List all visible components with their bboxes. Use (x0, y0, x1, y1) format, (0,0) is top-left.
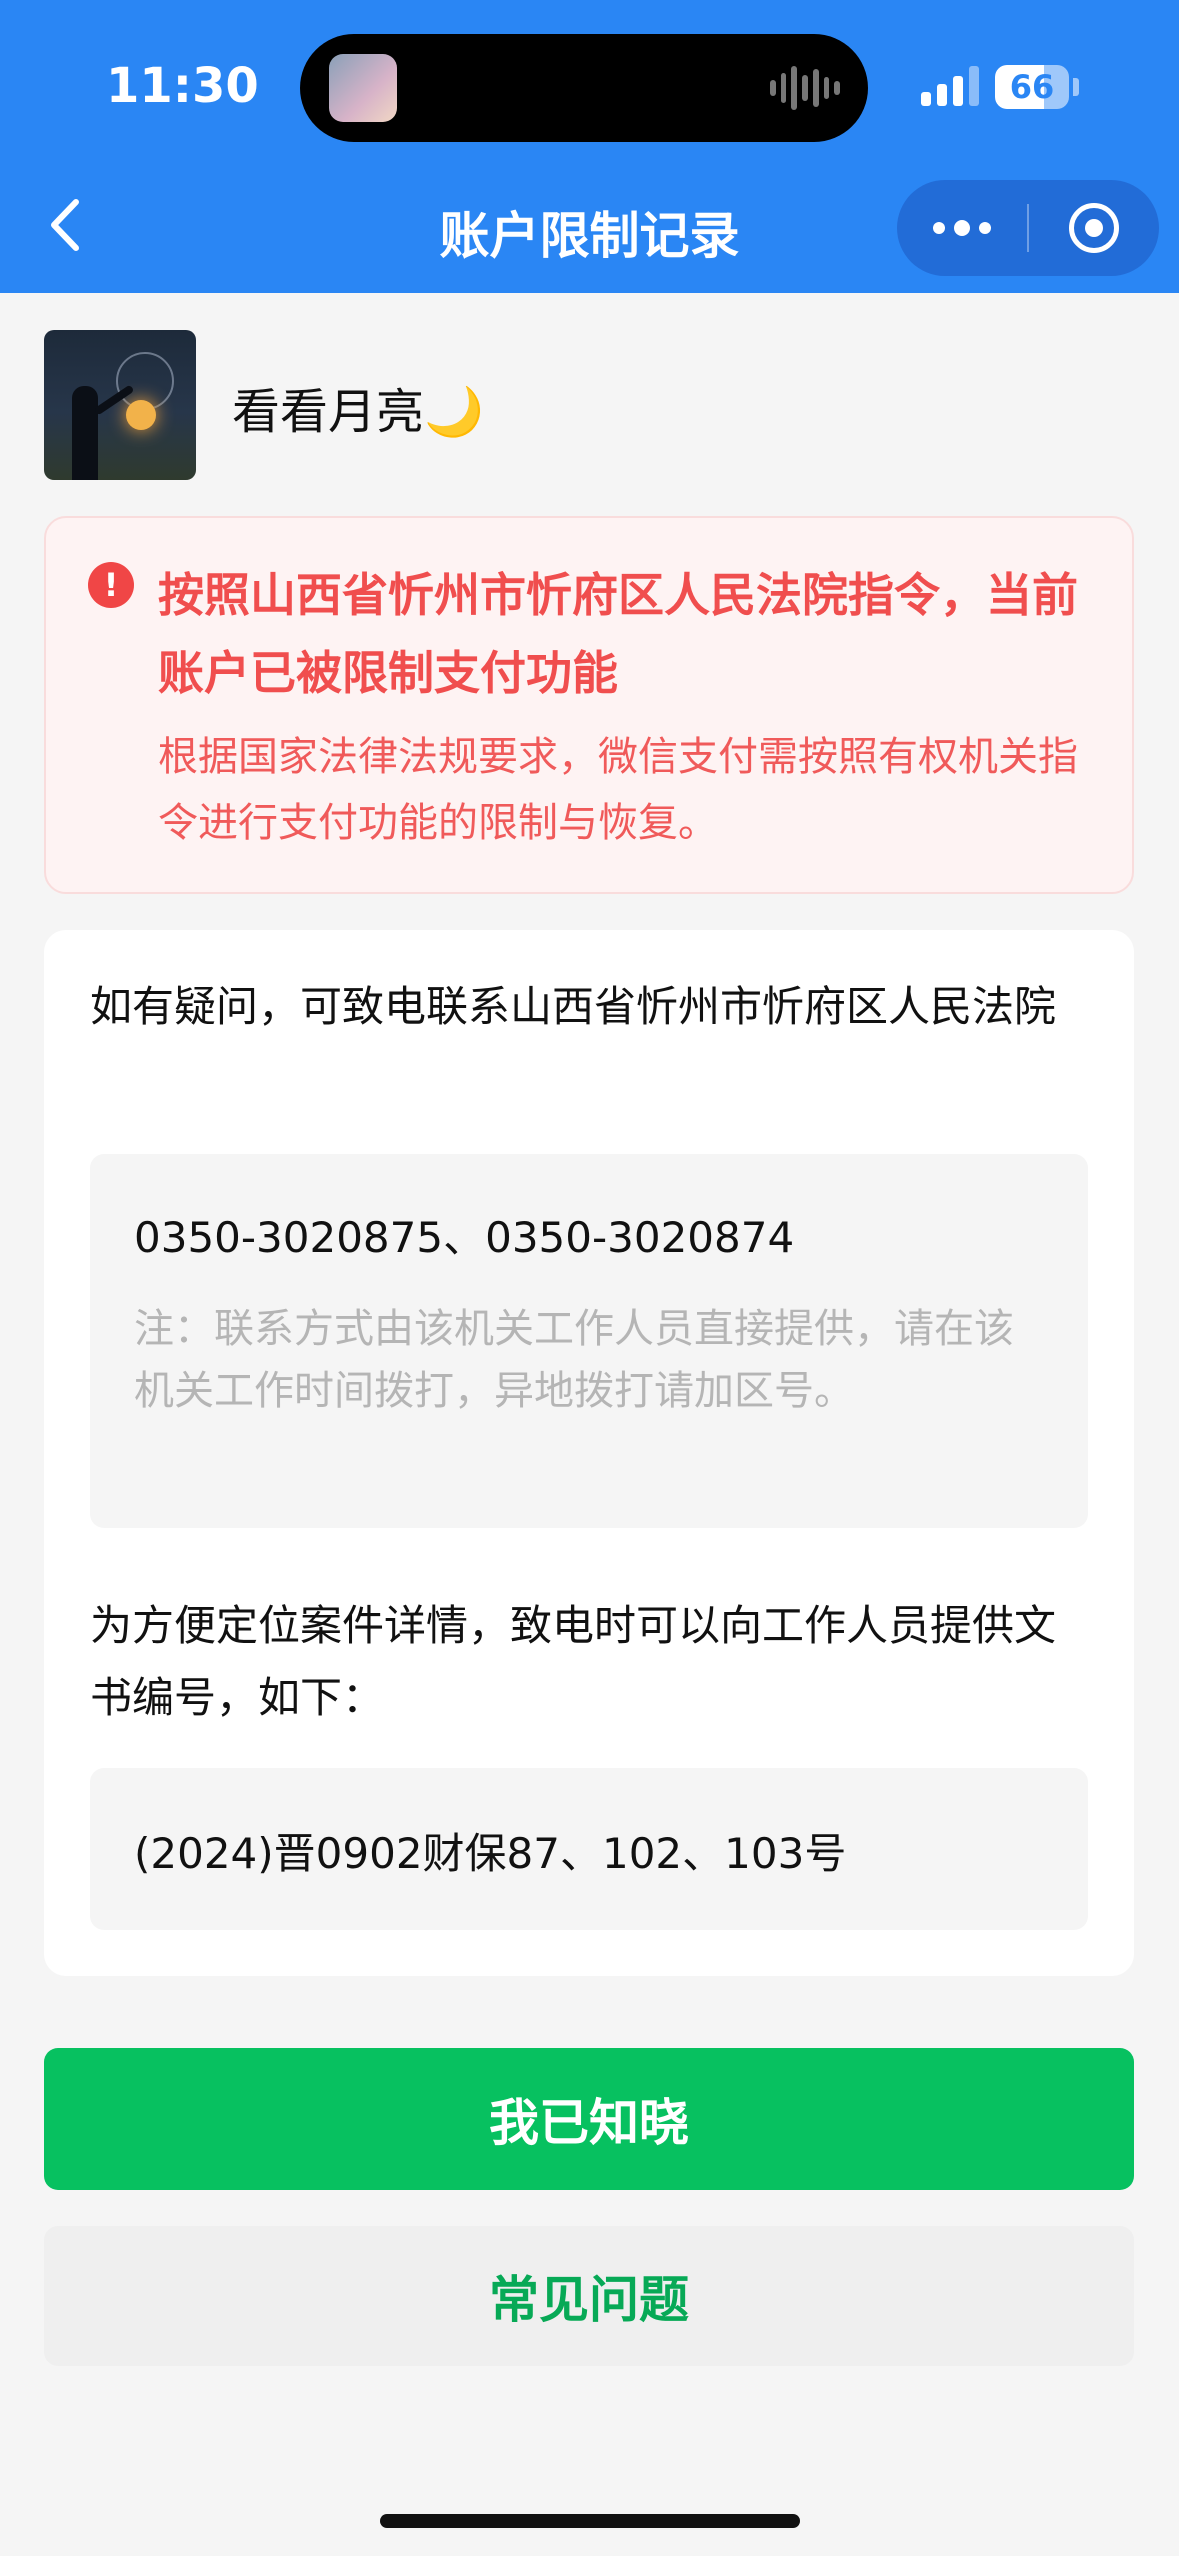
moon-icon (126, 400, 156, 430)
exclamation-circle-icon: ! (88, 562, 134, 608)
alert-description: 根据国家法律法规要求，微信支付需按照有权机关指令进行支付功能的限制与恢复。 (158, 734, 1078, 846)
mini-program-capsule (897, 180, 1159, 276)
phone-note: 注：联系方式由该机关工作人员直接提供，请在该机关工作时间拨打，异地拨打请加区号。 (134, 1306, 1014, 1414)
document-number: (2024)晋0902财保87、102、103号 (134, 1829, 847, 1878)
battery-level: 66 (1009, 68, 1055, 106)
faq-button[interactable]: 常见问题 (44, 2226, 1134, 2366)
phone-numbers[interactable]: 0350-3020875、0350-3020874 (134, 1204, 794, 1265)
close-mini-program-button[interactable] (1029, 180, 1159, 276)
phone-box: 0350-3020875、0350-3020874 注：联系方式由该机关工作人员… (90, 1154, 1088, 1528)
document-box: (2024)晋0902财保87、102、103号 (90, 1768, 1088, 1930)
avatar (44, 330, 196, 480)
more-button[interactable] (897, 180, 1027, 276)
contact-instruction: 如有疑问，可致电联系山西省忻州市忻府区人民法院 (90, 982, 1057, 1031)
target-circle-icon (1069, 203, 1119, 253)
restriction-alert-card: ! 按照山西省忻州市忻府区人民法院指令，当前账户已被限制支付功能 根据国家法律法… (44, 516, 1134, 894)
audio-wave-icon (770, 64, 841, 112)
acknowledge-button[interactable]: 我已知晓 (44, 2048, 1134, 2190)
alert-title: 按照山西省忻州市忻府区人民法院指令，当前账户已被限制支付功能 (158, 568, 1078, 700)
user-name: 看看月亮🌙 (232, 384, 484, 440)
home-indicator[interactable] (380, 2514, 800, 2528)
document-instruction: 为方便定位案件详情，致电时可以向工作人员提供文书编号，如下： (90, 1601, 1057, 1722)
contact-info-card: 如有疑问，可致电联系山西省忻州市忻府区人民法院 0350-3020875、035… (44, 930, 1134, 1976)
now-playing-artwork (329, 54, 397, 122)
status-time: 11:30 (106, 58, 259, 114)
cellular-signal-icon (921, 66, 979, 106)
more-dots-icon (954, 220, 970, 236)
app-header: 11:30 66 账户限制记录 (0, 0, 1179, 293)
battery-icon: 66 (995, 65, 1069, 109)
dynamic-island (300, 34, 868, 142)
